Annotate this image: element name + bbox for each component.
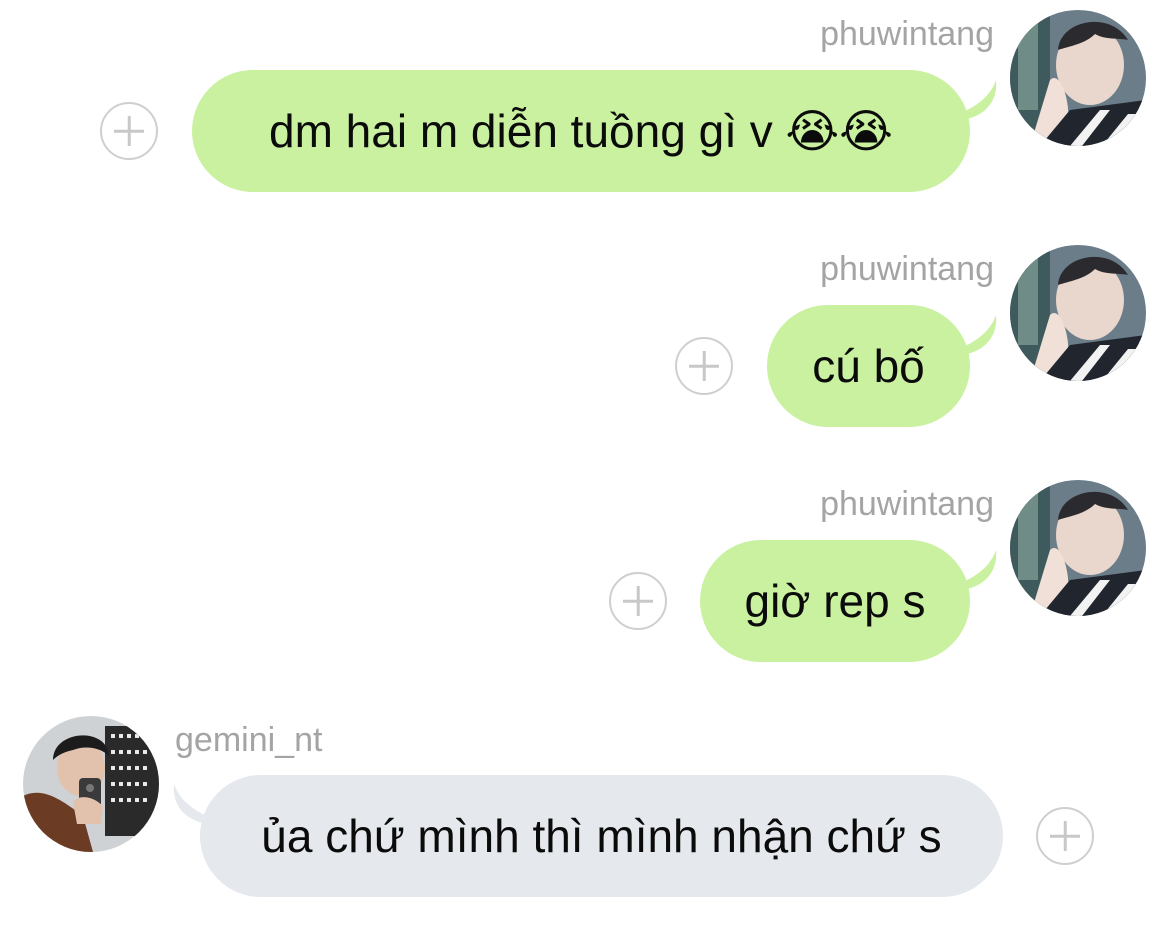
add-reaction-icon[interactable] — [675, 337, 733, 395]
avatar-phuwintang[interactable] — [1010, 480, 1146, 616]
avatar-gemini_nt[interactable] — [23, 716, 159, 852]
add-reaction-icon[interactable] — [609, 572, 667, 630]
message-bubble[interactable]: giờ rep s — [700, 540, 970, 662]
message-bubble[interactable]: ủa chứ mình thì mình nhận chứ s — [200, 775, 1003, 897]
message-bubble[interactable]: cú bố — [767, 305, 970, 427]
add-reaction-icon[interactable] — [100, 102, 158, 160]
sender-name: phuwintang — [820, 15, 994, 53]
sender-name: phuwintang — [820, 250, 994, 288]
message-bubble[interactable]: dm hai m diễn tuồng gì v 😭😭 — [192, 70, 970, 192]
sender-name: gemini_nt — [175, 721, 323, 759]
avatar-phuwintang[interactable] — [1010, 10, 1146, 146]
sender-name: phuwintang — [820, 485, 994, 523]
add-reaction-icon[interactable] — [1036, 807, 1094, 865]
avatar-phuwintang[interactable] — [1010, 245, 1146, 381]
